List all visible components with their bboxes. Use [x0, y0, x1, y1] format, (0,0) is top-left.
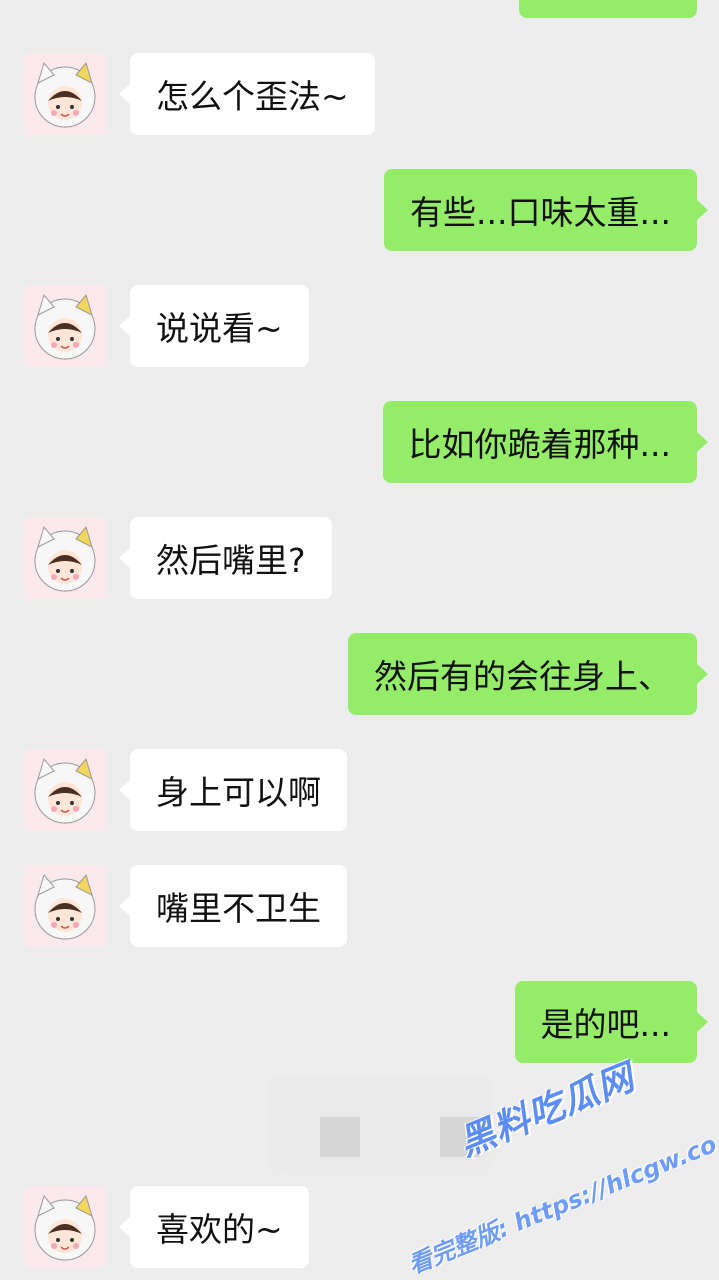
message-bubble-outgoing[interactable]: 然后有的会往身上、 — [348, 633, 708, 715]
cat-avatar-icon — [34, 293, 96, 360]
message-bubble-incoming[interactable]: 说说看~ — [119, 285, 309, 367]
contact-avatar[interactable] — [24, 285, 106, 367]
message-text: 嘴里不卫生 — [156, 889, 321, 928]
redacted-block — [320, 1117, 360, 1157]
message-bubble-outgoing[interactable]: 有些...口味太重... — [384, 169, 708, 251]
message-text: 有些...口味太重... — [410, 193, 671, 232]
contact-avatar[interactable] — [24, 1186, 106, 1268]
message-text: 然后嘴里? — [156, 541, 306, 580]
message-bubble-outgoing[interactable]: 是的吧... — [514, 981, 709, 1063]
contact-avatar[interactable] — [24, 53, 106, 135]
message-text: 身上可以啊 — [156, 773, 321, 812]
cat-avatar-icon — [34, 757, 96, 824]
cat-avatar-icon — [34, 1194, 96, 1261]
message-text: 喜欢的~ — [156, 1210, 283, 1249]
message-bubble-incoming[interactable]: 怎么个歪法~ — [119, 53, 375, 135]
message-text: 然后有的会往身上、 — [374, 657, 671, 696]
cat-avatar-icon — [34, 873, 96, 940]
watermark-title: 黑料吃瓜网 — [453, 1057, 641, 1165]
message-bubble-outgoing[interactable]: 比如你跪着那种... — [382, 401, 709, 483]
message-text: 是的吧... — [540, 1005, 671, 1044]
contact-avatar[interactable] — [24, 749, 106, 831]
message-bubble-incoming[interactable]: 喜欢的~ — [119, 1186, 309, 1268]
message-text: 说说看~ — [156, 309, 283, 348]
message-text: 比如你跪着那种... — [408, 425, 671, 464]
message-text: 怎么个歪法~ — [156, 77, 349, 116]
message-bubble-incoming[interactable]: 然后嘴里? — [119, 517, 332, 599]
message-bubble-incoming[interactable]: 身上可以啊 — [119, 749, 347, 831]
cat-avatar-icon — [34, 525, 96, 592]
cat-avatar-icon — [34, 61, 96, 128]
partial-outgoing-bubble — [519, 0, 697, 18]
message-bubble-incoming[interactable]: 嘴里不卫生 — [119, 865, 347, 947]
contact-avatar[interactable] — [24, 865, 106, 947]
contact-avatar[interactable] — [24, 517, 106, 599]
